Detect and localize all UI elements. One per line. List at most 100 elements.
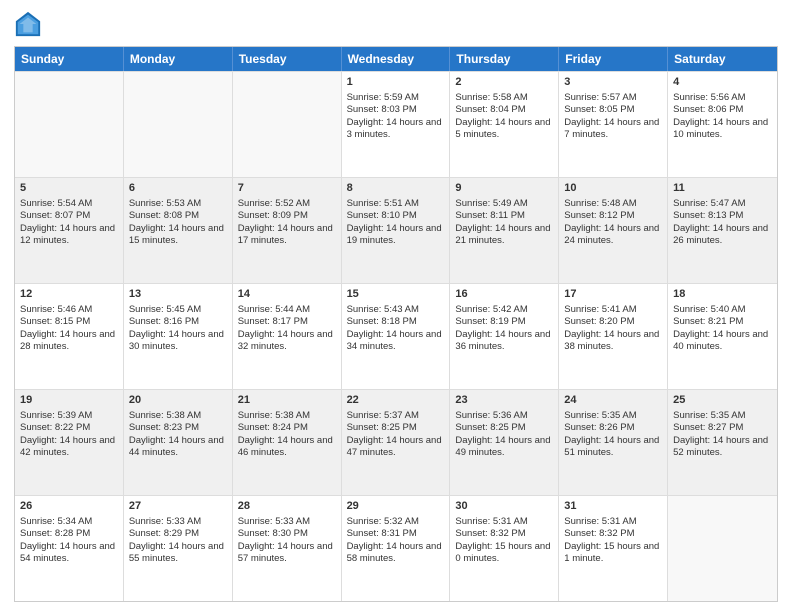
- day-info: Sunrise: 5:32 AMSunset: 8:31 PMDaylight:…: [347, 516, 445, 565]
- day-number: 28: [238, 499, 336, 514]
- day-number: 12: [20, 287, 118, 302]
- day-info: Sunrise: 5:52 AMSunset: 8:09 PMDaylight:…: [238, 198, 336, 247]
- day-cell-4: 4Sunrise: 5:56 AMSunset: 8:06 PMDaylight…: [668, 72, 777, 177]
- day-number: 6: [129, 181, 227, 196]
- calendar-header-row: SundayMondayTuesdayWednesdayThursdayFrid…: [15, 47, 777, 71]
- day-number: 1: [347, 75, 445, 90]
- day-cell-20: 20 Sunrise: 5:38 AMSunset: 8:23 PMDayligh…: [124, 390, 233, 495]
- day-info: Sunrise: 5:40 AMSunset: 8:21 PMDaylight:…: [673, 304, 772, 353]
- day-info: Sunrise: 5:36 AMSunset: 8:25 PMDaylight:…: [455, 410, 553, 459]
- day-number: 16: [455, 287, 553, 302]
- day-info: Sunrise: 5:39 AMSunset: 8:22 PMDaylight:…: [20, 410, 118, 459]
- day-info: Sunrise: 5:49 AMSunset: 8:11 PMDaylight:…: [455, 198, 553, 247]
- day-number: 15: [347, 287, 445, 302]
- header-day-monday: Monday: [124, 47, 233, 71]
- day-cell-28: 28 Sunrise: 5:33 AMSunset: 8:30 PMDayligh…: [233, 496, 342, 601]
- day-info: Sunrise: 5:33 AMSunset: 8:30 PMDaylight:…: [238, 516, 336, 565]
- calendar: SundayMondayTuesdayWednesdayThursdayFrid…: [14, 46, 778, 602]
- day-number: 31: [564, 499, 662, 514]
- logo-area: [14, 10, 46, 38]
- day-number: 10: [564, 181, 662, 196]
- day-cell-14: 14 Sunrise: 5:44 AMSunset: 8:17 PMDayligh…: [233, 284, 342, 389]
- day-info: Sunrise: 5:44 AMSunset: 8:17 PMDaylight:…: [238, 304, 336, 353]
- day-cell-18: 18 Sunrise: 5:40 AMSunset: 8:21 PMDayligh…: [668, 284, 777, 389]
- day-cell-10: 10Sunrise: 5:48 AMSunset: 8:12 PMDayligh…: [559, 178, 668, 283]
- day-info: Sunrise: 5:59 AMSunset: 8:03 PMDaylight:…: [347, 92, 445, 141]
- day-number: 26: [20, 499, 118, 514]
- day-cell-15: 15 Sunrise: 5:43 AMSunset: 8:18 PMDayligh…: [342, 284, 451, 389]
- day-number: 5: [20, 181, 118, 196]
- day-number: 27: [129, 499, 227, 514]
- day-cell-1: 1 Sunrise: 5:59 AMSunset: 8:03 PMDaylight…: [342, 72, 451, 177]
- day-number: 23: [455, 393, 553, 408]
- day-number: 2: [455, 75, 553, 90]
- day-number: 24: [564, 393, 662, 408]
- calendar-week-3: 12 Sunrise: 5:46 AMSunset: 8:15 PMDayligh…: [15, 283, 777, 389]
- header-day-friday: Friday: [559, 47, 668, 71]
- empty-cell: [668, 496, 777, 601]
- day-cell-31: 31 Sunrise: 5:31 AMSunset: 8:32 PMDayligh…: [559, 496, 668, 601]
- day-cell-23: 23 Sunrise: 5:36 AMSunset: 8:25 PMDayligh…: [450, 390, 559, 495]
- day-info: Sunrise: 5:54 AMSunset: 8:07 PMDaylight:…: [20, 198, 118, 247]
- day-cell-24: 24Sunrise: 5:35 AMSunset: 8:26 PMDayligh…: [559, 390, 668, 495]
- day-cell-2: 2 Sunrise: 5:58 AMSunset: 8:04 PMDaylight…: [450, 72, 559, 177]
- day-number: 3: [564, 75, 662, 90]
- day-info: Sunrise: 5:43 AMSunset: 8:18 PMDaylight:…: [347, 304, 445, 353]
- day-info: Sunrise: 5:51 AMSunset: 8:10 PMDaylight:…: [347, 198, 445, 247]
- calendar-body: 1 Sunrise: 5:59 AMSunset: 8:03 PMDaylight…: [15, 71, 777, 601]
- day-cell-13: 13 Sunrise: 5:45 AMSunset: 8:16 PMDayligh…: [124, 284, 233, 389]
- day-number: 13: [129, 287, 227, 302]
- day-cell-9: 9 Sunrise: 5:49 AMSunset: 8:11 PMDaylight…: [450, 178, 559, 283]
- day-cell-25: 25Sunrise: 5:35 AMSunset: 8:27 PMDayligh…: [668, 390, 777, 495]
- header-day-wednesday: Wednesday: [342, 47, 451, 71]
- day-info: Sunrise: 5:45 AMSunset: 8:16 PMDaylight:…: [129, 304, 227, 353]
- day-info: Sunrise: 5:38 AMSunset: 8:24 PMDaylight:…: [238, 410, 336, 459]
- day-number: 7: [238, 181, 336, 196]
- day-info: Sunrise: 5:38 AMSunset: 8:23 PMDaylight:…: [129, 410, 227, 459]
- day-cell-26: 26Sunrise: 5:34 AMSunset: 8:28 PMDayligh…: [15, 496, 124, 601]
- calendar-week-2: 5 Sunrise: 5:54 AMSunset: 8:07 PMDaylight…: [15, 177, 777, 283]
- day-cell-3: 3Sunrise: 5:57 AMSunset: 8:05 PMDaylight…: [559, 72, 668, 177]
- day-number: 14: [238, 287, 336, 302]
- header-day-saturday: Saturday: [668, 47, 777, 71]
- day-cell-11: 11Sunrise: 5:47 AMSunset: 8:13 PMDayligh…: [668, 178, 777, 283]
- day-number: 4: [673, 75, 772, 90]
- day-cell-16: 16 Sunrise: 5:42 AMSunset: 8:19 PMDayligh…: [450, 284, 559, 389]
- day-cell-30: 30Sunrise: 5:31 AMSunset: 8:32 PMDayligh…: [450, 496, 559, 601]
- day-cell-5: 5 Sunrise: 5:54 AMSunset: 8:07 PMDaylight…: [15, 178, 124, 283]
- empty-cell: [124, 72, 233, 177]
- day-number: 9: [455, 181, 553, 196]
- day-number: 17: [564, 287, 662, 302]
- day-info: Sunrise: 5:31 AMSunset: 8:32 PMDaylight:…: [564, 516, 662, 565]
- header: [14, 10, 778, 38]
- day-number: 19: [20, 393, 118, 408]
- day-cell-8: 8Sunrise: 5:51 AMSunset: 8:10 PMDaylight…: [342, 178, 451, 283]
- day-cell-17: 17Sunrise: 5:41 AMSunset: 8:20 PMDayligh…: [559, 284, 668, 389]
- day-number: 25: [673, 393, 772, 408]
- page: SundayMondayTuesdayWednesdayThursdayFrid…: [0, 0, 792, 612]
- header-day-sunday: Sunday: [15, 47, 124, 71]
- day-info: Sunrise: 5:46 AMSunset: 8:15 PMDaylight:…: [20, 304, 118, 353]
- day-cell-6: 6 Sunrise: 5:53 AMSunset: 8:08 PMDaylight…: [124, 178, 233, 283]
- day-info: Sunrise: 5:47 AMSunset: 8:13 PMDaylight:…: [673, 198, 772, 247]
- day-cell-27: 27 Sunrise: 5:33 AMSunset: 8:29 PMDayligh…: [124, 496, 233, 601]
- day-info: Sunrise: 5:42 AMSunset: 8:19 PMDaylight:…: [455, 304, 553, 353]
- day-info: Sunrise: 5:31 AMSunset: 8:32 PMDaylight:…: [455, 516, 553, 565]
- day-info: Sunrise: 5:58 AMSunset: 8:04 PMDaylight:…: [455, 92, 553, 141]
- day-number: 29: [347, 499, 445, 514]
- day-info: Sunrise: 5:37 AMSunset: 8:25 PMDaylight:…: [347, 410, 445, 459]
- day-info: Sunrise: 5:53 AMSunset: 8:08 PMDaylight:…: [129, 198, 227, 247]
- day-number: 20: [129, 393, 227, 408]
- day-cell-7: 7 Sunrise: 5:52 AMSunset: 8:09 PMDaylight…: [233, 178, 342, 283]
- logo-icon: [14, 10, 42, 38]
- day-cell-22: 22Sunrise: 5:37 AMSunset: 8:25 PMDayligh…: [342, 390, 451, 495]
- empty-cell: [15, 72, 124, 177]
- day-number: 18: [673, 287, 772, 302]
- header-day-thursday: Thursday: [450, 47, 559, 71]
- day-cell-19: 19 Sunrise: 5:39 AMSunset: 8:22 PMDayligh…: [15, 390, 124, 495]
- day-number: 21: [238, 393, 336, 408]
- day-info: Sunrise: 5:33 AMSunset: 8:29 PMDaylight:…: [129, 516, 227, 565]
- day-cell-29: 29 Sunrise: 5:32 AMSunset: 8:31 PMDayligh…: [342, 496, 451, 601]
- header-day-tuesday: Tuesday: [233, 47, 342, 71]
- calendar-week-4: 19 Sunrise: 5:39 AMSunset: 8:22 PMDayligh…: [15, 389, 777, 495]
